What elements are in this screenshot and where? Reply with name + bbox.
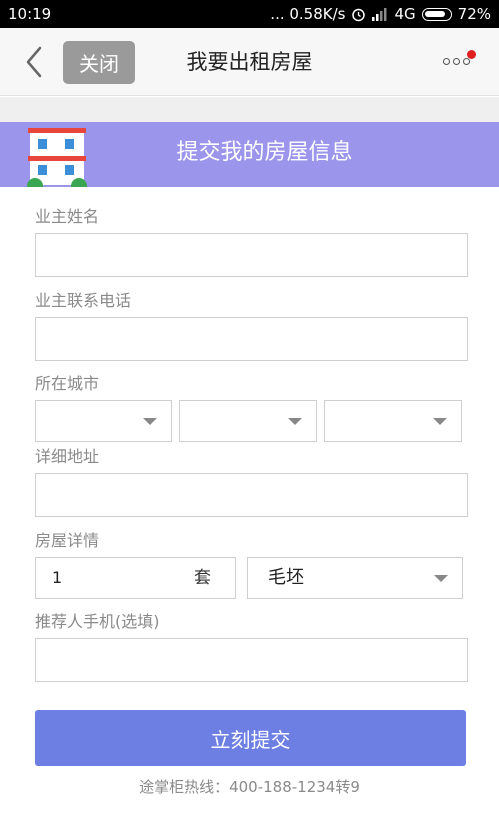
battery-level: 72% [457,5,491,23]
address-input[interactable] [35,473,468,517]
district-select[interactable] [324,400,462,442]
owner-phone-input[interactable] [35,317,468,361]
chevron-down-icon [143,418,157,425]
signal-icon [372,8,387,21]
owner-name-label: 业主姓名 [35,207,100,226]
hotline-text: 途掌柜热线：400-188-1234转9 [139,778,360,796]
referrer-phone-label: 推荐人手机(选填) [35,612,160,631]
back-button[interactable] [20,42,50,82]
status-indicators: ... 0.58K/s 4G 72% [270,5,491,23]
house-count-unit: 套 [194,568,211,588]
chevron-down-icon [434,575,448,582]
chevron-down-icon [433,418,447,425]
network-type: 4G [394,5,416,23]
banner-title: 提交我的房屋信息 [176,140,353,165]
province-select[interactable] [35,400,172,442]
decoration-select-value: 毛坯 [268,567,304,588]
battery-icon [421,7,452,21]
status-bar: 10:19 ... 0.58K/s 4G 72% [0,0,499,28]
owner-phone-label: 业主联系电话 [35,291,132,310]
owner-name-input[interactable] [35,233,468,277]
submit-button[interactable]: 立刻提交 [35,710,466,766]
status-time: 10:19 [8,5,52,23]
house-details-label: 房屋详情 [35,531,100,550]
house-count-value: 1 [52,568,63,587]
chevron-left-icon [26,46,42,78]
address-label: 详细地址 [35,447,100,466]
alarm-icon [352,8,366,21]
info-banner: 提交我的房屋信息 [0,122,499,187]
city-select[interactable] [179,400,317,442]
more-button[interactable] [436,48,480,78]
house-count-input[interactable]: 1 套 [35,557,236,599]
section-divider [0,97,499,122]
city-label: 所在城市 [35,374,100,393]
close-button[interactable]: 关闭 [63,41,135,84]
nav-bar: 关闭 我要出租房屋 [0,28,499,96]
decoration-select[interactable]: 毛坯 [247,557,463,599]
network-speed: ... 0.58K/s [270,5,346,23]
referrer-phone-input[interactable] [35,638,468,682]
more-dots-icon [443,58,470,65]
chevron-down-icon [288,418,302,425]
notification-dot [467,50,476,59]
